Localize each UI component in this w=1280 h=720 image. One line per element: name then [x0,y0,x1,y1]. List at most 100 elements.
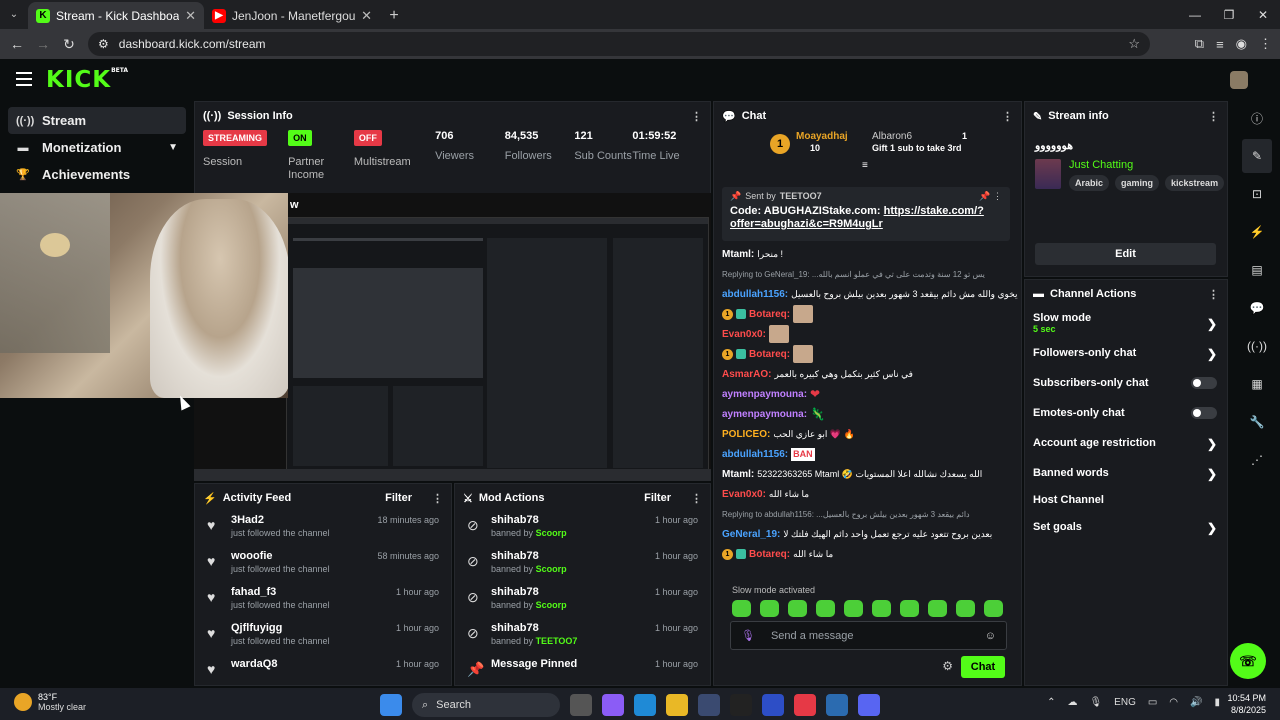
start-icon[interactable] [380,694,402,716]
site-info-icon[interactable]: ⚙ [98,37,109,51]
app-icon[interactable] [730,694,752,716]
system-clock[interactable]: 10:54 PM 8/8/2025 [1227,692,1266,716]
kick-logo[interactable]: KICKBETA [46,67,128,93]
chat-user[interactable]: aymenpaymouna: [722,388,807,401]
user-avatar[interactable] [1230,71,1248,89]
broadcast-icon[interactable]: ((·)) [1242,329,1272,363]
url-field[interactable]: ⚙ dashboard.kick.com/stream ☆ [88,32,1150,56]
edit-stream-info-button[interactable]: Edit [1035,243,1216,265]
emote-button[interactable] [844,600,863,617]
chat-user[interactable]: Mtaml: [722,248,754,261]
more-options-icon[interactable]: ⋮ [1002,110,1013,123]
nav-item-monetization[interactable]: ▬ Monetization ▼ [8,134,186,161]
subscribers-only-toggle[interactable] [1191,377,1217,389]
unpin-icon[interactable]: 📌 ⋮ [979,191,1002,202]
volume-icon[interactable]: 🔊 [1190,697,1202,708]
tag[interactable]: gaming [1115,175,1160,191]
profile-icon[interactable]: ◉ [1236,36,1247,52]
action-set-goals[interactable]: Set goals ❯ [1025,512,1227,542]
tag[interactable]: kickstream [1165,175,1225,191]
chat-user[interactable]: GeNeral_19: [722,528,780,541]
lightning-icon[interactable]: ⚡ [1242,215,1272,249]
hamburger-menu-icon[interactable] [16,72,32,86]
emotes-only-toggle[interactable] [1191,407,1217,419]
chat-settings-gear-icon[interactable]: ⚙ [942,659,953,673]
emote-button[interactable] [732,600,751,617]
chevron-up-icon[interactable]: ⌃ [1047,697,1055,708]
chrome-icon[interactable] [794,694,816,716]
action-slow-mode[interactable]: Slow mode 5 sec ❯ [1025,308,1227,338]
emote-button[interactable] [816,600,835,617]
media-icon[interactable]: ≡ [1216,37,1224,52]
tag[interactable]: Arabic [1069,175,1110,191]
chat-user[interactable]: Botareq: [749,348,790,361]
emote-button[interactable] [928,600,947,617]
more-options-icon[interactable]: ⋮ [691,492,702,505]
chat-user[interactable]: Botareq: [749,308,790,321]
discord-icon[interactable] [858,694,880,716]
chat-user[interactable]: abdullah1156: [722,448,788,461]
maximize-icon[interactable]: ❐ [1212,0,1246,29]
display-icon[interactable]: ▭ [1148,697,1157,708]
photos-icon[interactable] [826,694,848,716]
close-tab-icon[interactable]: ✕ [361,8,372,24]
emoji-icon[interactable]: ☺ [985,630,996,642]
more-options-icon[interactable]: ⋮ [691,110,702,123]
battery-icon[interactable]: ▮ [1214,697,1220,708]
back-icon[interactable]: ← [4,36,30,52]
tab-kick-dashboard[interactable]: K Stream - Kick Dashboard ✕ [28,2,204,29]
emote-button[interactable] [900,600,919,617]
edge-icon[interactable] [634,694,656,716]
emote-button[interactable] [788,600,807,617]
server-icon[interactable]: ▦ [1242,367,1272,401]
expand-icon[interactable]: ≡ [862,160,868,171]
reload-icon[interactable]: ↻ [56,36,82,53]
minimize-icon[interactable]: — [1178,0,1212,29]
chat-user[interactable]: Evan0x0: [722,488,766,501]
filter-button[interactable]: Filter [385,492,412,504]
close-tab-icon[interactable]: ✕ [185,8,196,24]
chat-user[interactable]: Botareq: [749,548,790,561]
chat-bubble-icon[interactable]: 💬 [1242,291,1272,325]
wifi-icon[interactable]: ◠ [1169,697,1178,708]
extensions-icon[interactable]: ⧉ [1195,36,1204,52]
action-host-channel[interactable]: Host Channel [1025,488,1227,512]
nav-item-stream[interactable]: ((·)) Stream [8,107,186,134]
second-gifter-name[interactable]: Albaron6 [872,131,912,142]
copilot-icon[interactable] [602,694,624,716]
edit-icon[interactable]: ✎ [1242,139,1272,173]
share-icon[interactable]: ⋰ [1242,443,1272,477]
weather-widget[interactable]: 83°F Mostly clear [14,692,86,712]
moderator-name[interactable]: Scoorp [536,528,567,538]
camera-icon[interactable]: ⊡ [1242,177,1272,211]
chat-message-input[interactable]: 🎙 Send a message ☺ [730,621,1007,650]
emote-button[interactable] [872,600,891,617]
browser-menu-icon[interactable]: ⋮ [1259,36,1272,52]
tab-search-icon[interactable]: ⌄ [0,0,28,29]
store-icon[interactable] [698,694,720,716]
language-indicator[interactable]: ENG [1114,697,1136,708]
top-gifter-name[interactable]: Moayadhaj [796,131,848,142]
action-account-age[interactable]: Account age restriction ❯ [1025,428,1227,458]
cloud-icon[interactable]: ☁ [1067,697,1077,708]
moderator-name[interactable]: TEETOO7 [536,636,578,646]
task-view-icon[interactable] [570,694,592,716]
new-tab-button[interactable]: + [380,2,408,29]
moderator-name[interactable]: Scoorp [536,600,567,610]
taskbar-search[interactable]: ⌕ Search [412,693,560,717]
tab-youtube[interactable]: ▶ JenJoon - Manetfergou | ... ✕ [204,2,380,29]
chat-user[interactable]: aymenpaymouna: [722,408,807,421]
chat-user[interactable]: AsmarAO: [722,368,771,381]
emote-button[interactable] [956,600,975,617]
pinned-user[interactable]: TEETOO7 [780,191,822,202]
action-followers-only[interactable]: Followers-only chat ❯ [1025,338,1227,368]
moderator-name[interactable]: Scoorp [536,564,567,574]
info-icon[interactable]: ⓘ [1242,101,1272,135]
bookmark-star-icon[interactable]: ☆ [1128,36,1140,52]
close-window-icon[interactable]: ✕ [1246,0,1280,29]
help-support-button[interactable]: ☏ [1230,643,1266,679]
notes-icon[interactable]: ▤ [1242,253,1272,287]
more-options-icon[interactable]: ⋮ [1208,288,1219,301]
send-chat-button[interactable]: Chat [961,656,1005,678]
filter-button[interactable]: Filter [644,492,671,504]
